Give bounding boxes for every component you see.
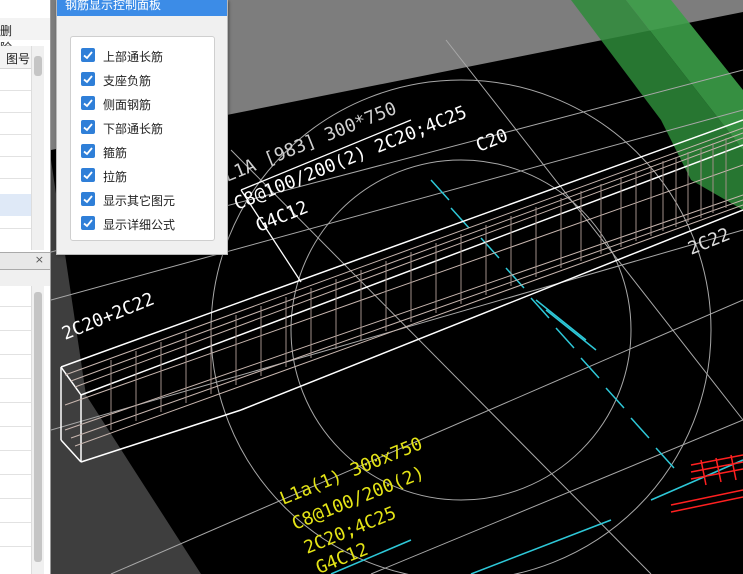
checkbox-label: 拉筋 [103,170,128,184]
scrollbar-thumb[interactable] [34,292,42,562]
table-row[interactable] [0,156,32,157]
table-row[interactable] [0,228,32,229]
table-row[interactable] [0,450,32,451]
checkbox-checked-icon[interactable] [81,168,95,182]
column-header-drawing-no[interactable]: 图号 [6,50,30,67]
checkbox-checked-icon[interactable] [81,48,95,62]
table-row[interactable] [0,498,32,499]
table-row[interactable] [0,402,32,403]
checkbox-checked-icon[interactable] [81,216,95,230]
list-header: 图号 [0,46,32,69]
table-row[interactable] [0,306,32,307]
list-toolbar: 删除 [0,18,50,55]
checkbox-label: 箍筋 [103,146,128,160]
property-list [0,286,50,574]
checkbox-label: 上部通长筋 [103,50,164,64]
table-row[interactable] [0,522,32,523]
panel-title: 钢筋显示控制面板 [65,0,162,12]
table-row[interactable] [0,112,32,113]
list-scrollbar[interactable] [31,46,44,250]
checkbox-label: 显示详细公式 [103,218,176,232]
checkbox-label: 支座负筋 [103,74,152,88]
scrollbar-thumb[interactable] [34,56,42,76]
rebar-display-control-panel: 钢筋显示控制面板 上部通长筋 支座负筋 侧面钢筋 下部通长筋 箍筋 拉筋 显示其… [56,0,228,255]
table-row[interactable] [0,426,32,427]
property-panel-header: × [0,252,50,270]
panel-title-bar[interactable]: 钢筋显示控制面板 [57,0,227,16]
checkbox-checked-icon[interactable] [81,72,95,86]
table-row-selected[interactable] [0,194,32,216]
table-row[interactable] [0,330,32,331]
checkbox-group: 上部通长筋 支座负筋 侧面钢筋 下部通长筋 箍筋 拉筋 显示其它图元 显示详细公… [70,36,215,241]
close-icon[interactable]: × [35,253,44,266]
checkbox-checked-icon[interactable] [81,120,95,134]
left-sidebar: 删除 图号 × [0,0,51,574]
checkbox-label: 侧面钢筋 [103,98,152,112]
checkbox-label: 显示其它图元 [103,194,176,208]
component-list: 删除 图号 [0,0,50,252]
property-scrollbar[interactable] [31,286,44,574]
checkbox-checked-icon[interactable] [81,144,95,158]
table-row[interactable] [0,546,32,547]
table-row[interactable] [0,178,32,179]
checkbox-checked-icon[interactable] [81,96,95,110]
table-row[interactable] [0,354,32,355]
checkbox-checked-icon[interactable] [81,192,95,206]
table-row[interactable] [0,134,32,135]
checkbox-label: 下部通长筋 [103,122,164,136]
table-row[interactable] [0,378,32,379]
table-row[interactable] [0,90,32,91]
table-row[interactable] [0,474,32,475]
